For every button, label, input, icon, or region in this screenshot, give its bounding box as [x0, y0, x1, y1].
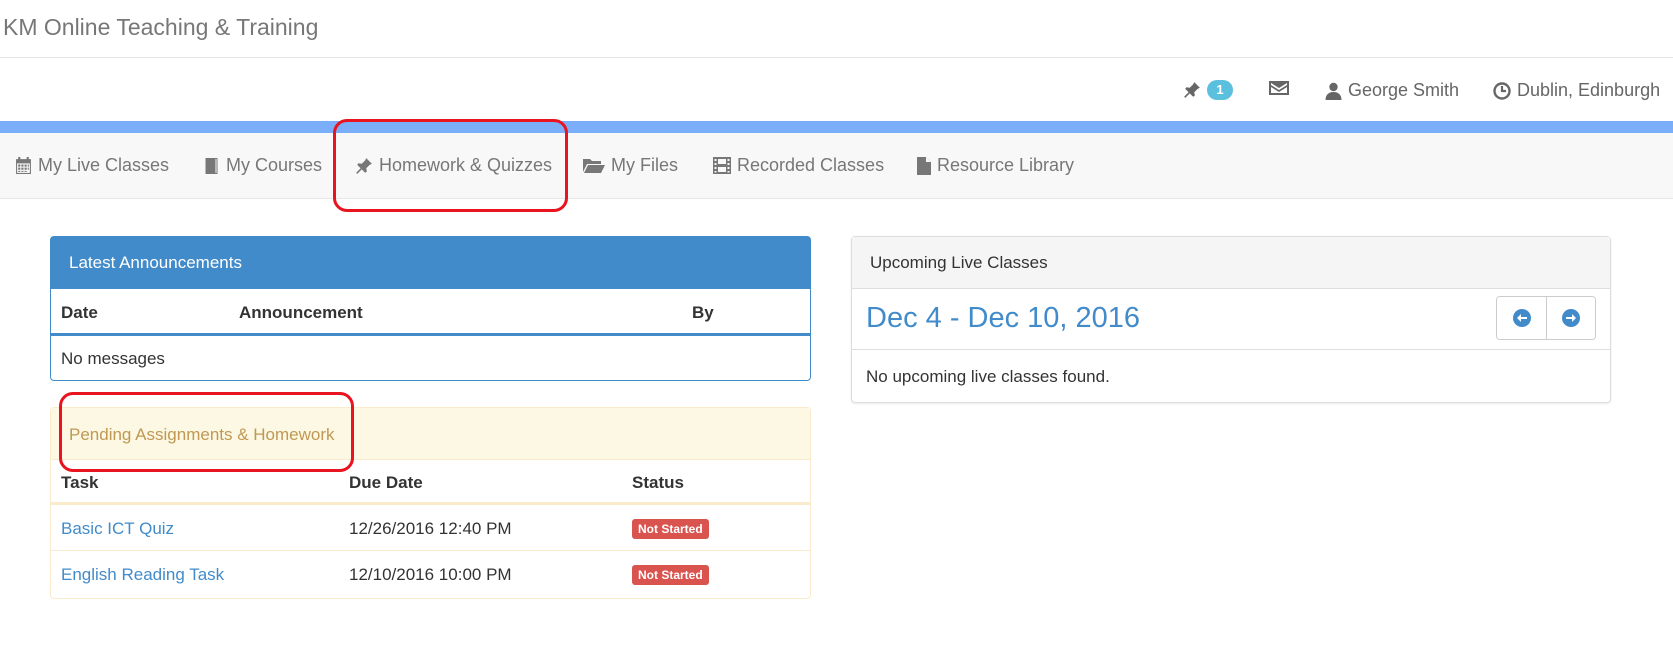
announcements-empty-message: No messages: [61, 349, 165, 368]
nav-label: My Files: [611, 155, 678, 175]
pinned-notifications[interactable]: 1: [1183, 80, 1233, 100]
timezone-label: Dublin, Edinburgh: [1517, 80, 1661, 100]
circle-arrow-right-icon: [1562, 309, 1580, 327]
status-badge: Not Started: [632, 519, 709, 539]
main-nav: My Live Classes My Courses Homework & Qu…: [0, 133, 1673, 199]
envelope-icon: [1269, 81, 1289, 95]
film-icon: [713, 157, 731, 174]
accent-stripe: [0, 121, 1673, 133]
user-menu[interactable]: George Smith: [1325, 80, 1459, 101]
nav-label: My Live Classes: [38, 155, 170, 175]
timezone-menu[interactable]: Dublin, Edinburgh: [1493, 80, 1660, 101]
pending-assignments-panel: Pending Assignments & Homework Task Due …: [50, 407, 811, 599]
previous-week-button[interactable]: [1497, 297, 1546, 339]
column-header-due-date: Due Date: [349, 473, 423, 492]
calendar-icon: [16, 157, 31, 174]
file-icon: [917, 156, 931, 175]
task-link[interactable]: Basic ICT Quiz: [61, 519, 174, 539]
nav-item-my-files[interactable]: My Files: [583, 155, 678, 176]
upcoming-live-classes-panel: Upcoming Live Classes Dec 4 - Dec 10, 20…: [851, 236, 1611, 403]
pending-table-header: Task Due Date Status: [51, 460, 810, 505]
upcoming-empty-message: No upcoming live classes found.: [866, 367, 1110, 386]
table-row: Basic ICT Quiz 12/26/2016 12:40 PM Not S…: [51, 505, 810, 551]
week-navigation: [1496, 296, 1596, 340]
notification-count-badge: 1: [1207, 80, 1233, 100]
week-range: Dec 4 - Dec 10, 2016: [866, 302, 1141, 334]
week-range-row: Dec 4 - Dec 10, 2016: [852, 289, 1610, 350]
column-header-announcement: Announcement: [239, 303, 363, 322]
user-name: George Smith: [1348, 80, 1460, 100]
circle-arrow-left-icon: [1512, 309, 1531, 327]
book-icon: [205, 157, 218, 174]
column-header-by: By: [692, 303, 714, 322]
announcements-panel: Latest Announcements Date Announcement B…: [50, 236, 811, 381]
task-link[interactable]: English Reading Task: [61, 565, 224, 585]
status-badge: Not Started: [632, 565, 709, 585]
upcoming-title: Upcoming Live Classes: [852, 237, 1610, 289]
announcements-title: Latest Announcements: [51, 237, 810, 289]
nav-label: My Courses: [226, 155, 323, 175]
column-header-task: Task: [61, 473, 99, 492]
pending-assignments-title: Pending Assignments & Homework: [51, 408, 810, 460]
pushpin-icon: [1184, 82, 1200, 98]
pushpin-icon: [356, 157, 372, 174]
top-user-bar: 1 George Smith Dublin, Edinburgh: [0, 59, 1673, 122]
next-week-button[interactable]: [1546, 297, 1595, 339]
nav-item-resource-library[interactable]: Resource Library: [917, 155, 1074, 176]
messages-button[interactable]: [1269, 80, 1289, 96]
nav-item-homework-quizzes[interactable]: Homework & Quizzes: [355, 155, 552, 176]
nav-label: Homework & Quizzes: [379, 155, 553, 175]
folder-open-icon: [583, 159, 605, 173]
due-date: 12/10/2016 10:00 PM: [349, 565, 512, 584]
column-header-date: Date: [61, 303, 98, 322]
brand-bar: KM Online Teaching & Training: [0, 0, 1673, 58]
clock-icon: [1493, 81, 1511, 100]
nav-label: Resource Library: [937, 155, 1075, 175]
nav-item-recorded-classes[interactable]: Recorded Classes: [713, 155, 884, 176]
announcements-table-header: Date Announcement By: [51, 289, 810, 336]
due-date: 12/26/2016 12:40 PM: [349, 519, 512, 538]
table-row: English Reading Task 12/10/2016 10:00 PM…: [51, 551, 810, 597]
column-header-status: Status: [632, 473, 684, 492]
user-icon: [1325, 82, 1342, 100]
nav-item-my-live-classes[interactable]: My Live Classes: [15, 155, 169, 176]
nav-item-my-courses[interactable]: My Courses: [203, 155, 322, 176]
nav-label: Recorded Classes: [737, 155, 885, 175]
app-title[interactable]: KM Online Teaching & Training: [3, 14, 318, 41]
